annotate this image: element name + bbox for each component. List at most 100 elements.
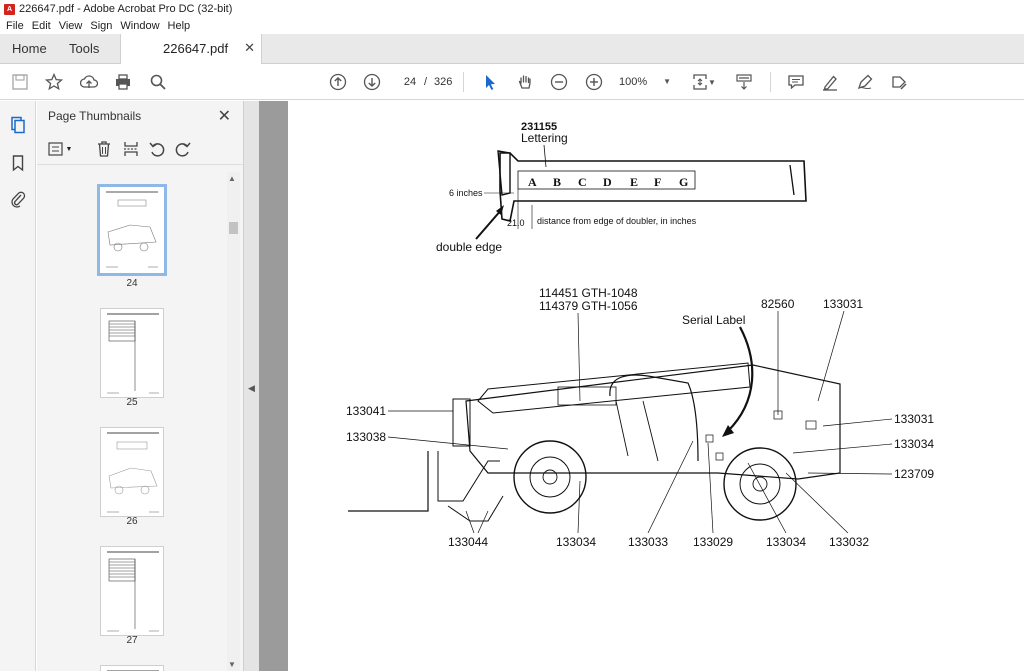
thumbnail-scrollbar[interactable]: ▲ ▼ — [227, 172, 240, 671]
rear-wheel — [723, 447, 797, 521]
label-133034-b: 133034 — [766, 535, 806, 549]
menu-view[interactable]: View — [55, 20, 87, 32]
draw-pen-icon[interactable] — [855, 72, 875, 92]
toolbar-divider — [463, 72, 464, 92]
page-total: 326 — [434, 76, 453, 88]
thumbnail-page[interactable] — [100, 427, 164, 517]
tab-bar: Home Tools 226647.pdf ✕ — [0, 34, 1024, 64]
page-fit-chevron-icon[interactable]: ▼ — [707, 72, 717, 92]
menu-edit[interactable]: Edit — [28, 20, 55, 32]
zoom-level-value: 100% — [619, 76, 648, 88]
options-chevron-icon[interactable]: ▼ — [64, 140, 74, 158]
upload-cloud-icon[interactable] — [79, 72, 99, 92]
insert-page-icon[interactable] — [121, 140, 141, 158]
fill-sign-icon[interactable] — [889, 72, 909, 92]
menu-help[interactable]: Help — [164, 20, 195, 32]
page-number-input[interactable]: 24 — [398, 73, 422, 91]
thumbnail-page[interactable] — [97, 184, 167, 276]
distance-caption: distance from edge of doubler, in inches — [537, 216, 697, 226]
title-bar: A 226647.pdf - Adobe Acrobat Pro DC (32-… — [0, 0, 1024, 18]
front-wheel — [513, 440, 587, 514]
scrollbar-thumb[interactable] — [229, 222, 238, 234]
decal-letters: A B C D E F G — [528, 175, 688, 189]
label-114379: 114379 GTH-1056 — [539, 299, 638, 313]
decal-diagram: 231155 Lettering A B C D E F G 6 inches … — [346, 121, 934, 549]
thumbnail-page-number: 26 — [126, 516, 138, 527]
scroll-up-icon[interactable]: ▲ — [228, 174, 236, 183]
bookmarks-icon[interactable] — [8, 153, 28, 173]
distance-value: 21.0 — [507, 218, 525, 228]
label-114451: 114451 GTH-1048 — [539, 286, 638, 300]
thumbnail-page[interactable] — [100, 308, 164, 398]
tab-tools[interactable]: Tools — [69, 34, 99, 64]
label-133044: 133044 — [448, 535, 488, 549]
left-navigation-rail — [0, 101, 36, 671]
label-133041: 133041 — [346, 404, 386, 418]
main-toolbar: 24 / 326 100% ▼ ▼ — [0, 64, 1024, 100]
decal-letter-a: A — [528, 175, 537, 189]
part-name-lettering: Lettering — [521, 131, 568, 145]
label-133034-right: 133034 — [894, 437, 934, 451]
zoom-out-icon[interactable] — [549, 72, 569, 92]
previous-page-icon[interactable] — [328, 72, 348, 92]
highlight-pen-icon[interactable] — [820, 72, 840, 92]
label-133038: 133038 — [346, 430, 386, 444]
save-icon[interactable] — [10, 72, 30, 92]
comment-icon[interactable] — [786, 72, 806, 92]
menu-window[interactable]: Window — [116, 20, 163, 32]
decal-letter-e: E — [630, 175, 638, 189]
hand-tool-icon[interactable] — [515, 72, 535, 92]
decal-letter-c: C — [578, 175, 587, 189]
tab-home[interactable]: Home — [12, 34, 47, 64]
tab-document-label: 226647.pdf — [163, 41, 229, 56]
thumbnail-page[interactable] — [100, 665, 164, 671]
decal-letter-f: F — [654, 175, 661, 189]
decal-letter-g: G — [679, 175, 688, 189]
zoom-level-select[interactable]: 100% ▼ — [619, 73, 675, 91]
label-133031-right: 133031 — [894, 412, 934, 426]
close-tab-icon[interactable]: ✕ — [244, 40, 255, 56]
search-zoom-icon[interactable] — [148, 72, 168, 92]
label-133032: 133032 — [829, 535, 869, 549]
thumbnail-page[interactable] — [100, 546, 164, 636]
panel-title: Page Thumbnails — [48, 109, 142, 123]
menu-file[interactable]: File — [2, 20, 28, 32]
rotate-left-icon[interactable] — [147, 140, 167, 158]
rotate-right-icon[interactable] — [173, 140, 193, 158]
window-title: 226647.pdf - Adobe Acrobat Pro DC (32-bi… — [19, 3, 233, 15]
label-123709: 123709 — [894, 467, 934, 481]
print-icon[interactable] — [113, 72, 133, 92]
six-inches-label: 6 inches — [449, 188, 483, 198]
bookmark-star-icon[interactable] — [44, 72, 64, 92]
zoom-in-icon[interactable] — [584, 72, 604, 92]
acrobat-logo-icon: A — [4, 3, 15, 15]
menu-sign[interactable]: Sign — [86, 20, 116, 32]
thumbnail-page-number: 27 — [126, 635, 138, 646]
attachments-paperclip-icon[interactable] — [8, 189, 28, 209]
select-cursor-icon[interactable] — [480, 72, 500, 92]
label-133034-a: 133034 — [556, 535, 596, 549]
page-separator: / — [424, 76, 428, 88]
page-thumbnails-panel: Page Thumbnails ✕ ▼ 24 25 26 27 — [37, 101, 243, 671]
decal-letter-b: B — [553, 175, 561, 189]
chevron-down-icon: ▼ — [663, 77, 671, 86]
close-panel-icon[interactable]: ✕ — [218, 106, 231, 126]
next-page-icon[interactable] — [362, 72, 382, 92]
keyboard-scroll-icon[interactable] — [734, 72, 754, 92]
toolbar-divider — [770, 72, 771, 92]
page-thumbnails-icon[interactable] — [8, 115, 28, 135]
pdf-page: 231155 Lettering A B C D E F G 6 inches … — [288, 101, 1024, 671]
double-edge-label: double edge — [436, 240, 502, 254]
menu-bar: File Edit View Sign Window Help — [0, 18, 1024, 34]
panel-splitter[interactable]: ◀ — [243, 101, 259, 671]
thumbnail-page-number: 25 — [126, 397, 138, 408]
collapse-panel-icon[interactable]: ◀ — [248, 383, 255, 394]
tab-document[interactable]: 226647.pdf ✕ — [120, 34, 262, 64]
document-viewport: 231155 Lettering A B C D E F G 6 inches … — [259, 101, 1024, 671]
scroll-down-icon[interactable]: ▼ — [228, 660, 236, 669]
label-82560: 82560 — [761, 297, 795, 311]
thumbnail-page-number: 24 — [126, 278, 138, 289]
thumbnail-toolbar: ▼ — [37, 133, 243, 165]
thumbnail-list: 24 25 26 27 — [37, 171, 227, 671]
delete-trash-icon[interactable] — [94, 140, 114, 158]
